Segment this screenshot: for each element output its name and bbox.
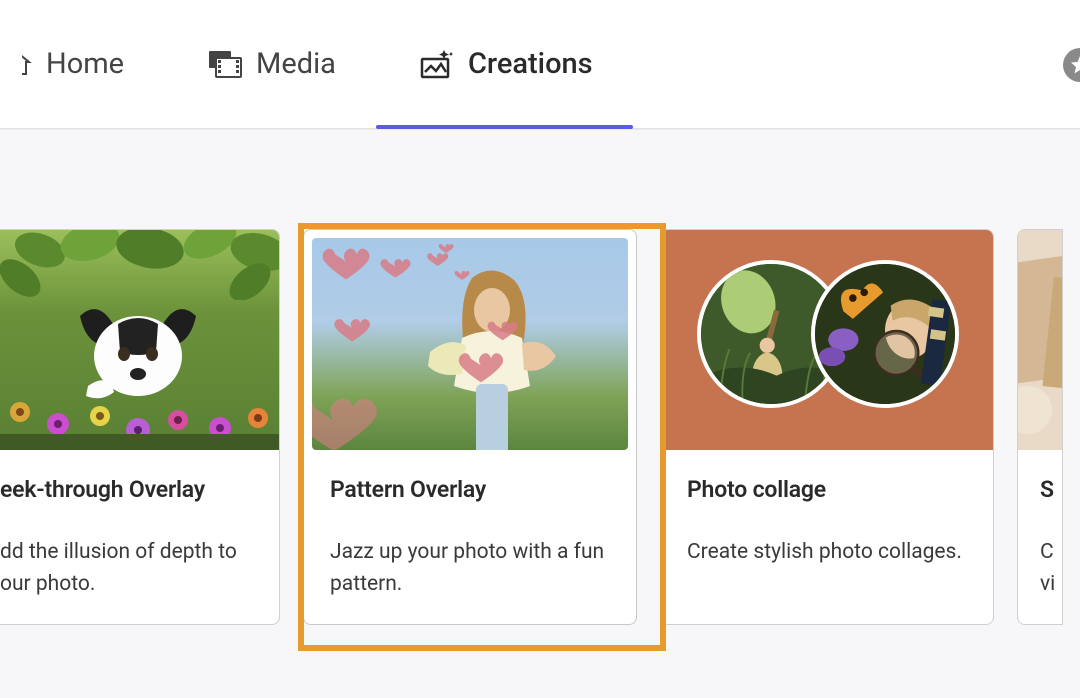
nav-media-label: Media [256, 47, 336, 81]
card-body: S C vi [1018, 450, 1062, 624]
card-thumbnail [304, 230, 636, 450]
card-pattern-overlay[interactable]: Pattern Overlay Jazz up your photo with … [303, 229, 637, 625]
creations-card-row: eek-through Overlay dd the illusion of d… [0, 229, 1080, 625]
card-title: S [1040, 476, 1062, 503]
top-nav-bar: Home Media [0, 0, 1080, 129]
card-body: eek-through Overlay dd the illusion of d… [0, 450, 279, 624]
creations-icon [420, 49, 454, 79]
home-icon [22, 47, 32, 81]
content-area: eek-through Overlay dd the illusion of d… [0, 129, 1080, 698]
nav-media[interactable]: Media [164, 0, 376, 128]
card-body: Pattern Overlay Jazz up your photo with … [304, 450, 636, 624]
card-peek-through-overlay[interactable]: eek-through Overlay dd the illusion of d… [0, 229, 280, 625]
card-description: Create stylish photo collages. [687, 537, 967, 569]
star-badge[interactable] [1063, 48, 1080, 82]
card-photo-collage[interactable]: Photo collage Create stylish photo colla… [660, 229, 994, 625]
card-title: Pattern Overlay [330, 476, 610, 503]
card-thumbnail [0, 230, 279, 450]
star-icon [1070, 55, 1080, 75]
nav-home-label: Home [46, 47, 124, 81]
nav-home[interactable]: Home [0, 0, 164, 128]
card-description: dd the illusion of depth to our photo. [0, 537, 253, 600]
nav-creations-label: Creations [468, 47, 593, 81]
card-title: Photo collage [687, 476, 967, 503]
nav-items-container: Home Media [0, 0, 633, 128]
card-title: eek-through Overlay [0, 476, 253, 503]
card-thumbnail [1018, 230, 1062, 450]
card-thumbnail [661, 230, 993, 450]
card-body: Photo collage Create stylish photo colla… [661, 450, 993, 593]
card-description: Jazz up your photo with a fun pattern. [330, 537, 610, 600]
nav-creations[interactable]: Creations [376, 0, 633, 128]
card-description: C vi [1040, 537, 1062, 600]
card-slideshow[interactable]: S C vi [1017, 229, 1063, 625]
media-icon [208, 50, 242, 78]
